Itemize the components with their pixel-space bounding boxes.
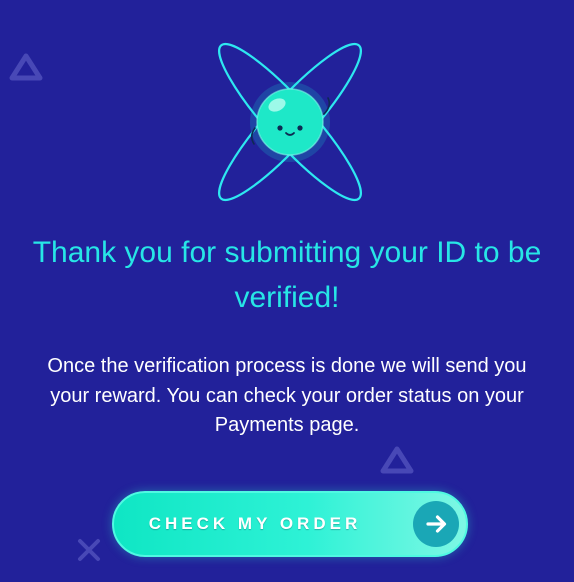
confirmation-message: Once the verification process is done we… — [47, 355, 527, 436]
triangle-icon — [380, 446, 414, 474]
confirmation-title: Thank you for submitting your ID to be v… — [32, 236, 542, 314]
triangle-icon — [9, 53, 43, 81]
atom-mascot-icon — [218, 42, 362, 202]
check-my-order-button[interactable]: CHECK MY ORDER — [112, 491, 468, 557]
cross-icon — [78, 539, 100, 561]
arrow-right-icon — [413, 501, 459, 547]
check-my-order-label: CHECK MY ORDER — [148, 514, 362, 533]
